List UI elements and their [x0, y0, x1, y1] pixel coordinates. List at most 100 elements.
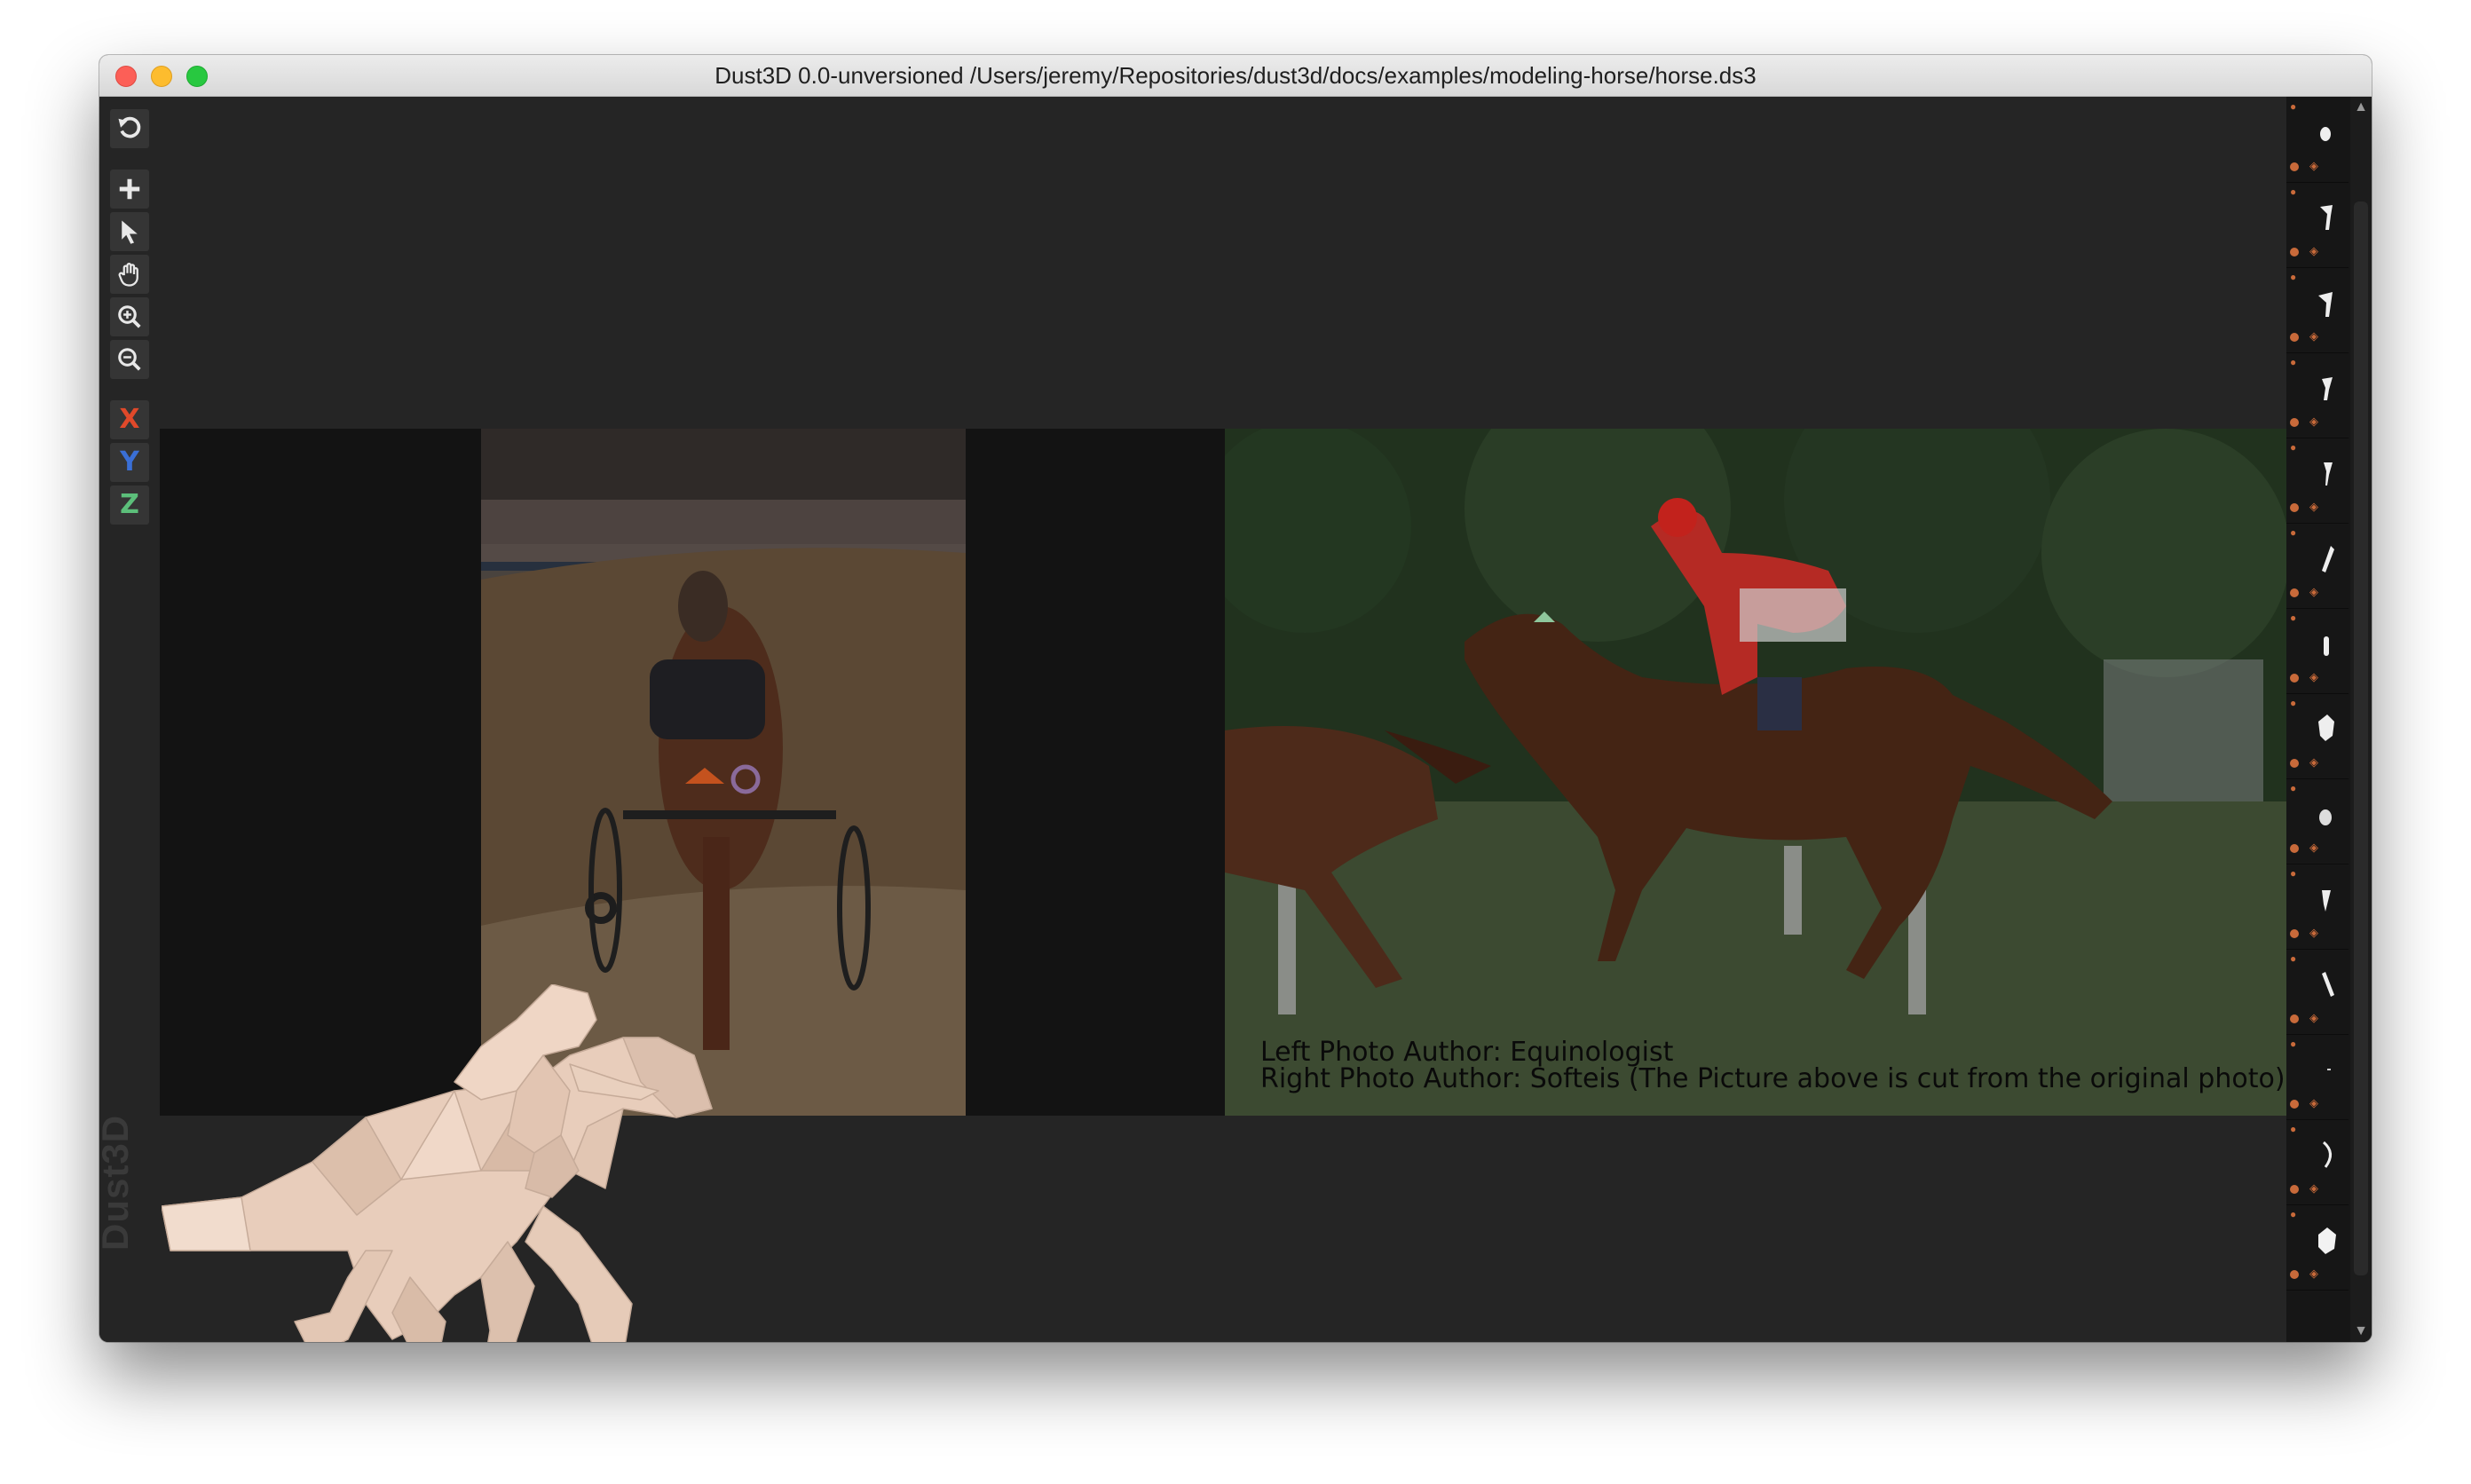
part-thumbnail: [2320, 127, 2331, 141]
select-icon: [122, 220, 138, 244]
lock-icon[interactable]: [2290, 674, 2299, 683]
x-axis-label: X: [119, 404, 140, 435]
z-axis-lock-button[interactable]: Z: [110, 485, 149, 525]
model-preview[interactable]: [161, 983, 872, 1342]
part-thumbnail: [2320, 205, 2333, 230]
part-item[interactable]: ● ◈: [2286, 1034, 2349, 1120]
scroll-thumb[interactable]: [2354, 201, 2368, 1275]
mirror-icon[interactable]: ◈: [2309, 1011, 2318, 1025]
scroll-up-arrow-icon[interactable]: ▲: [2350, 97, 2372, 118]
part-item[interactable]: ● ◈: [2286, 1119, 2349, 1205]
visibility-icon[interactable]: ●: [2290, 697, 2296, 709]
part-thumbnail: [2322, 972, 2334, 997]
add-icon: [119, 178, 140, 200]
lock-icon[interactable]: [2290, 162, 2299, 171]
lock-icon[interactable]: [2290, 1270, 2299, 1279]
visibility-icon[interactable]: ●: [2290, 867, 2296, 880]
undo-icon: [118, 116, 141, 138]
part-item[interactable]: ● ◈: [2286, 1204, 2349, 1291]
part-item[interactable]: ● ◈: [2286, 693, 2349, 779]
drag-button[interactable]: [110, 255, 149, 294]
visibility-icon[interactable]: ●: [2290, 186, 2296, 198]
part-thumbnail: [2318, 292, 2333, 317]
y-axis-label: Y: [120, 446, 139, 478]
visibility-icon[interactable]: ●: [2290, 356, 2296, 368]
hand-icon: [118, 263, 138, 287]
part-item[interactable]: ● ◈: [2286, 778, 2349, 864]
visibility-icon[interactable]: ●: [2290, 1123, 2296, 1135]
part-item[interactable]: ● ◈: [2286, 608, 2349, 694]
mirror-icon[interactable]: ◈: [2309, 1181, 2318, 1196]
undo-button[interactable]: [110, 109, 149, 148]
visibility-icon[interactable]: ●: [2290, 271, 2296, 283]
visibility-icon[interactable]: ●: [2290, 612, 2296, 624]
parts-scrollbar[interactable]: ▲ ▼: [2350, 97, 2372, 1342]
reference-photo-side: Left Photo Author: Equinologist Right Ph…: [1225, 429, 2290, 1116]
visibility-icon[interactable]: ●: [2290, 100, 2296, 113]
x-axis-lock-button[interactable]: X: [110, 400, 149, 439]
workspace[interactable]: Left Photo Author: Equinologist Right Ph…: [99, 97, 2372, 1342]
visibility-icon[interactable]: ●: [2290, 441, 2296, 454]
lock-icon[interactable]: [2290, 418, 2299, 427]
visibility-icon[interactable]: ●: [2290, 782, 2296, 794]
part-thumbnail: [2322, 1141, 2332, 1168]
lock-icon[interactable]: [2290, 1014, 2299, 1023]
lock-icon[interactable]: [2290, 588, 2299, 597]
z-axis-label: Z: [120, 489, 139, 520]
mirror-icon[interactable]: ◈: [2309, 1096, 2318, 1110]
mirror-icon[interactable]: ◈: [2309, 755, 2318, 770]
mirror-icon[interactable]: ◈: [2309, 500, 2318, 514]
lock-icon[interactable]: [2290, 759, 2299, 768]
lock-icon[interactable]: [2290, 1185, 2299, 1194]
part-item[interactable]: ● ◈: [2286, 864, 2349, 950]
part-thumbnail: [2318, 714, 2334, 741]
parts-panel: ● ◈ ● ◈ ● ◈ ● ◈ ● ◈ ● ◈ ● ◈ ● ◈ ● ◈ ● ◈ …: [2286, 97, 2372, 1342]
mirror-icon[interactable]: ◈: [2309, 414, 2318, 429]
part-item[interactable]: ● ◈: [2286, 949, 2349, 1035]
part-item[interactable]: ● ◈: [2286, 267, 2349, 353]
lock-icon[interactable]: [2290, 1100, 2299, 1109]
part-thumbnail: [2324, 636, 2329, 656]
part-thumbnail: [2318, 1227, 2336, 1254]
lock-icon[interactable]: [2290, 929, 2299, 938]
mirror-icon[interactable]: ◈: [2309, 670, 2318, 684]
mirror-icon[interactable]: ◈: [2309, 841, 2318, 855]
credit-left-photo: Left Photo Author: Equinologist: [1260, 1037, 1674, 1068]
part-item[interactable]: ● ◈: [2286, 97, 2349, 183]
part-thumbnail: [2324, 462, 2333, 485]
part-thumbnail: [2319, 809, 2332, 825]
window-title: Dust3D 0.0-unversioned /Users/jeremy/Rep…: [714, 62, 1757, 89]
mirror-icon[interactable]: ◈: [2309, 585, 2318, 599]
app-window: Dust3D 0.0-unversioned /Users/jeremy/Rep…: [99, 55, 2372, 1342]
zoom-in-icon: [118, 305, 141, 328]
title-bar: Dust3D 0.0-unversioned /Users/jeremy/Rep…: [99, 55, 2372, 97]
zoom-out-icon: [118, 348, 141, 371]
visibility-icon[interactable]: ●: [2290, 952, 2296, 965]
credit-right-photo: Right Photo Author: Softeis (The Picture…: [1260, 1063, 2285, 1094]
add-node-button[interactable]: [110, 170, 149, 209]
app-watermark: Dust3D: [99, 1114, 136, 1251]
part-item[interactable]: ● ◈: [2286, 438, 2349, 524]
visibility-icon[interactable]: ●: [2290, 1038, 2296, 1050]
lock-icon[interactable]: [2290, 844, 2299, 853]
scroll-down-arrow-icon[interactable]: ▼: [2350, 1321, 2372, 1342]
mirror-icon[interactable]: ◈: [2309, 926, 2318, 940]
part-item[interactable]: ● ◈: [2286, 523, 2349, 609]
mirror-icon[interactable]: ◈: [2309, 159, 2318, 173]
lock-icon[interactable]: [2290, 333, 2299, 342]
y-axis-lock-button[interactable]: Y: [110, 443, 149, 482]
mirror-icon[interactable]: ◈: [2309, 1267, 2318, 1281]
part-thumbnail: [2322, 377, 2333, 400]
photo-credits: Left Photo Author: Equinologist Right Ph…: [1260, 1039, 2285, 1093]
lock-icon[interactable]: [2290, 248, 2299, 257]
mirror-icon[interactable]: ◈: [2309, 329, 2318, 343]
part-item[interactable]: ● ◈: [2286, 182, 2349, 268]
mirror-icon[interactable]: ◈: [2309, 244, 2318, 258]
visibility-icon[interactable]: ●: [2290, 1208, 2296, 1220]
visibility-icon[interactable]: ●: [2290, 526, 2296, 539]
lock-icon[interactable]: [2290, 503, 2299, 512]
select-button[interactable]: [110, 212, 149, 251]
zoom-in-button[interactable]: [110, 297, 149, 336]
part-item[interactable]: ● ◈: [2286, 352, 2349, 438]
zoom-out-button[interactable]: [110, 340, 149, 379]
